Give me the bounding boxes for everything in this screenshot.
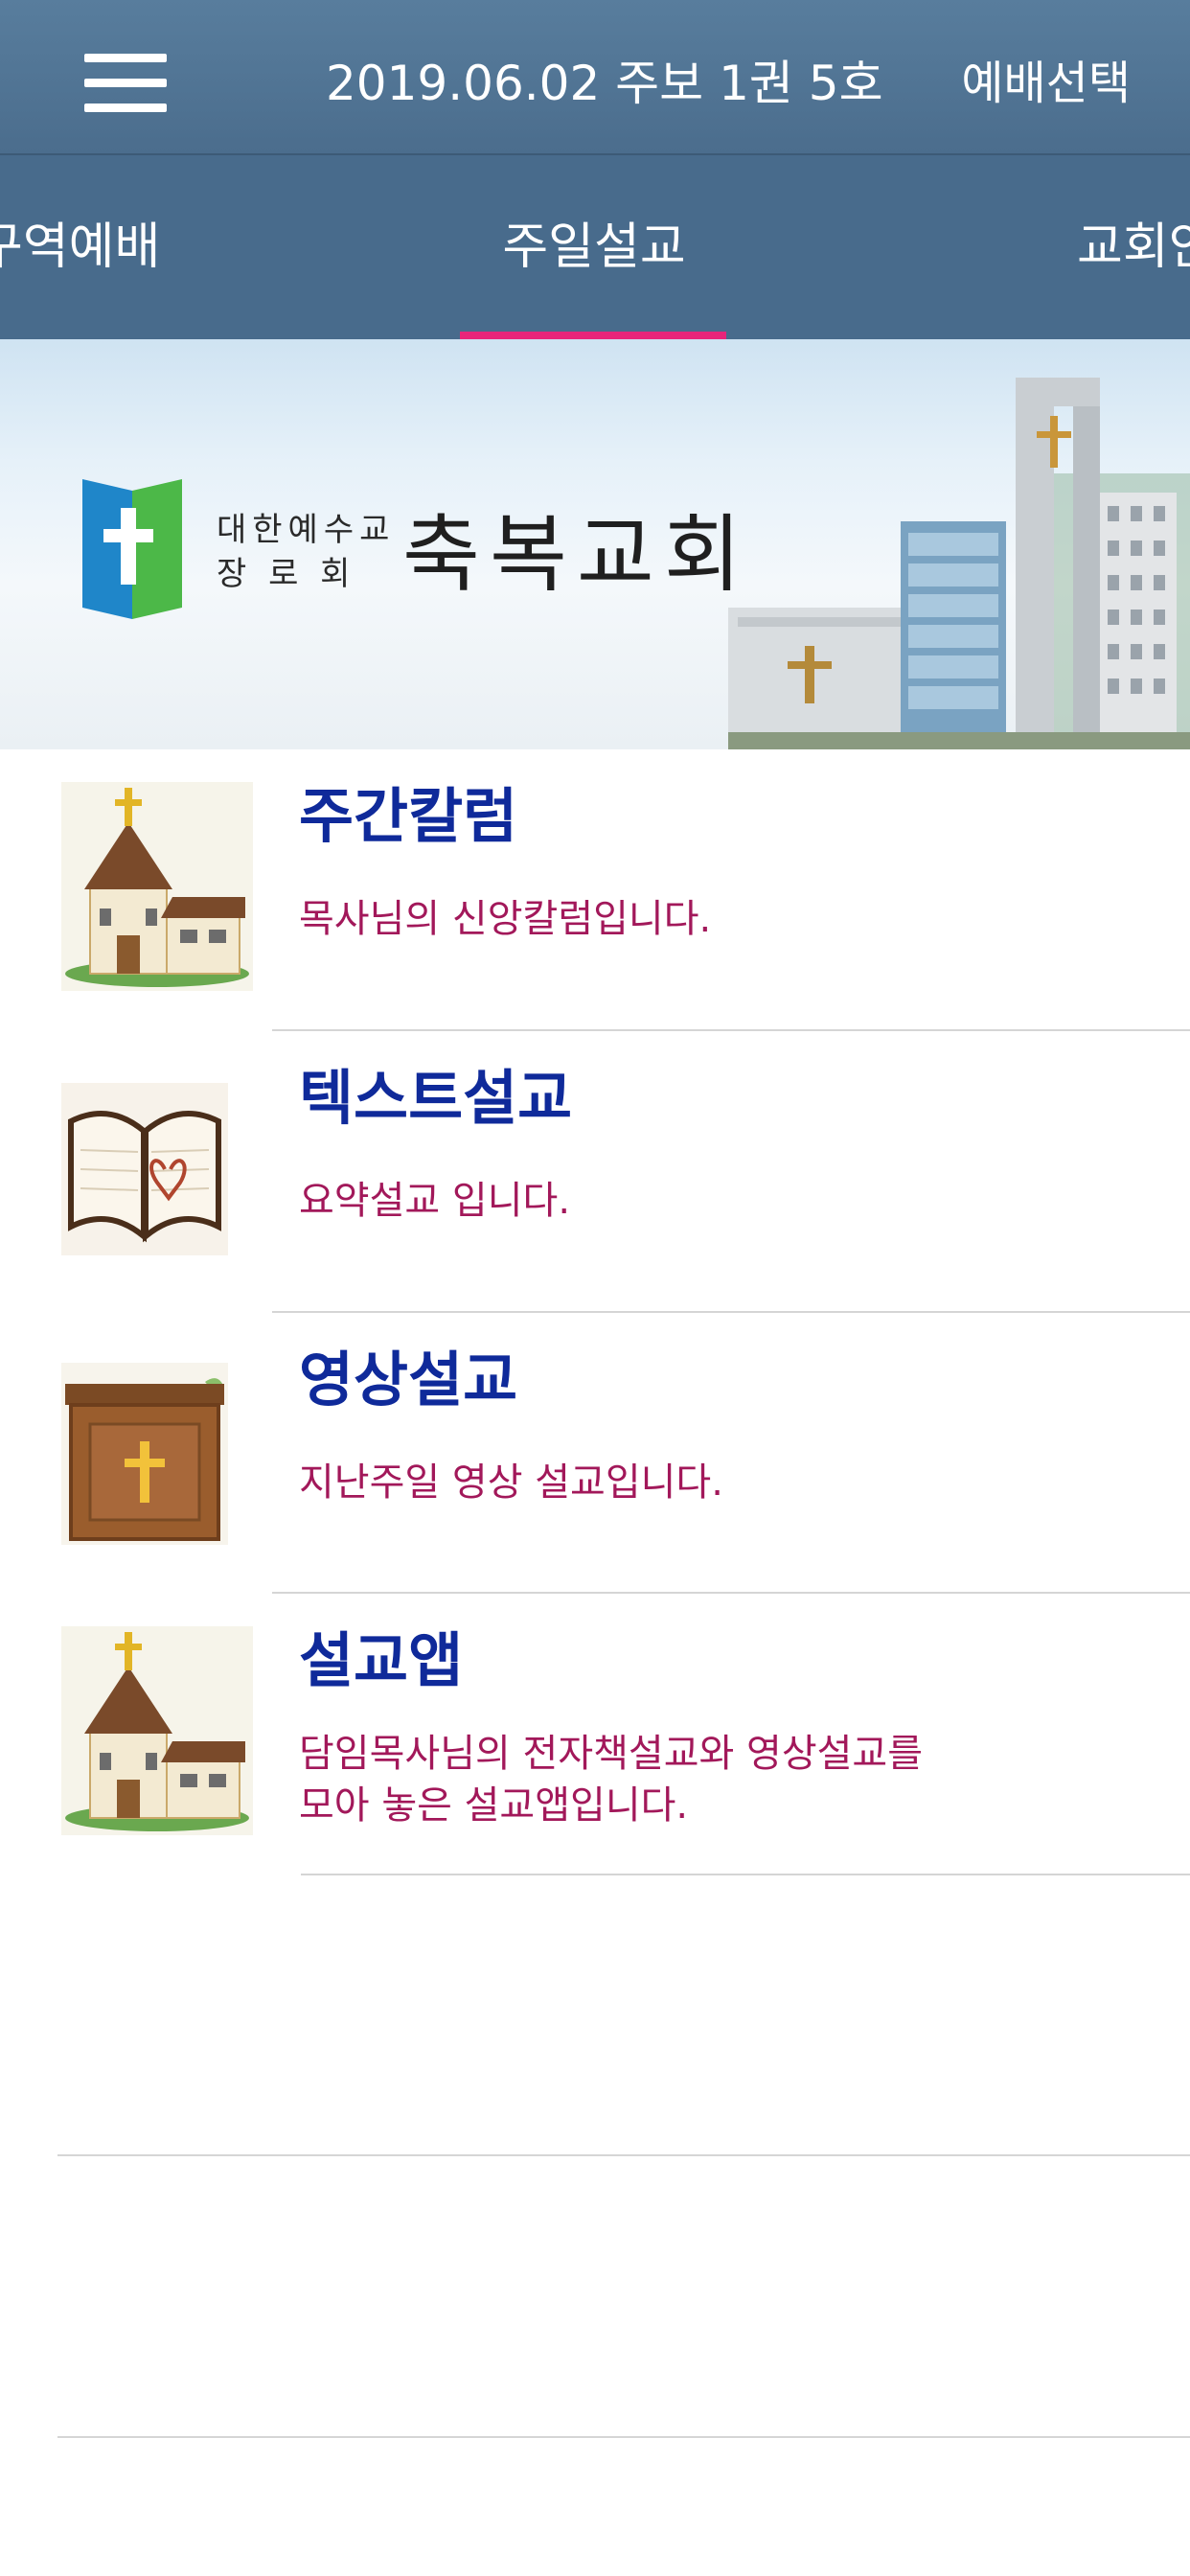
page-title: 2019.06.02 주보 1권 5호 (326, 56, 883, 111)
bible-icon (61, 1083, 228, 1255)
tab-sunday-sermon[interactable]: 주일설교 (460, 155, 728, 339)
church-banner: 대한예수교 장 로 회 축복교회 (0, 339, 1190, 749)
tab-church-info[interactable]: 교회안내 (1077, 155, 1190, 339)
tab-district-worship[interactable]: 구역예배 (0, 155, 160, 339)
hamburger-menu-icon[interactable] (84, 50, 167, 117)
item-description-line-1: 담임목사님의 전자책설교와 영상설교를 (299, 1732, 924, 1776)
item-description: 목사님의 신앙칼럼입니다. (299, 897, 712, 941)
item-title: 영상설교 (299, 1345, 518, 1414)
menu-line (84, 54, 167, 62)
item-title: 설교앱 (299, 1625, 464, 1695)
item-description-line-2: 모아 놓은 설교앱입니다. (299, 1783, 689, 1828)
denomination-label: 대한예수교 장 로 회 (217, 508, 395, 596)
denomination-line-2: 장 로 회 (217, 555, 356, 593)
menu-line (84, 79, 167, 87)
list-item-video-sermon[interactable]: 영상설교 지난주일 영상 설교입니다. (0, 1313, 1190, 1594)
item-title: 텍스트설교 (299, 1063, 573, 1133)
item-description: 요약설교 입니다. (299, 1179, 571, 1223)
menu-line (84, 104, 167, 112)
top-header: 2019.06.02 주보 1권 5호 예배선택 (0, 0, 1190, 155)
divider (57, 2436, 1190, 2438)
pulpit-icon (61, 1363, 228, 1545)
item-description: 담임목사님의 전자책설교와 영상설교를 모아 놓은 설교앱입니다. (299, 1728, 923, 1831)
church-icon (61, 1626, 253, 1835)
active-tab-indicator (460, 332, 726, 339)
divider (301, 1874, 1190, 1875)
item-title: 주간칼럼 (299, 781, 518, 851)
worship-select-button[interactable]: 예배선택 (961, 50, 1131, 117)
church-name: 축복교회 (402, 505, 751, 604)
church-building-image (728, 378, 1190, 749)
list-item-sermon-app[interactable]: 설교앱 담임목사님의 전자책설교와 영상설교를 모아 놓은 설교앱입니다. (0, 1594, 1190, 1874)
church-logo-icon (82, 479, 182, 619)
list-item-text-sermon[interactable]: 텍스트설교 요약설교 입니다. (0, 1031, 1190, 1312)
denomination-line-1: 대한예수교 (217, 511, 396, 549)
tab-bar: 구역예배 주일설교 교회안내 (0, 155, 1190, 339)
item-description: 지난주일 영상 설교입니다. (299, 1460, 723, 1505)
divider (57, 2154, 1190, 2156)
list-item-weekly-column[interactable]: 주간칼럼 목사님의 신앙칼럼입니다. (0, 749, 1190, 1030)
church-icon (61, 782, 253, 991)
